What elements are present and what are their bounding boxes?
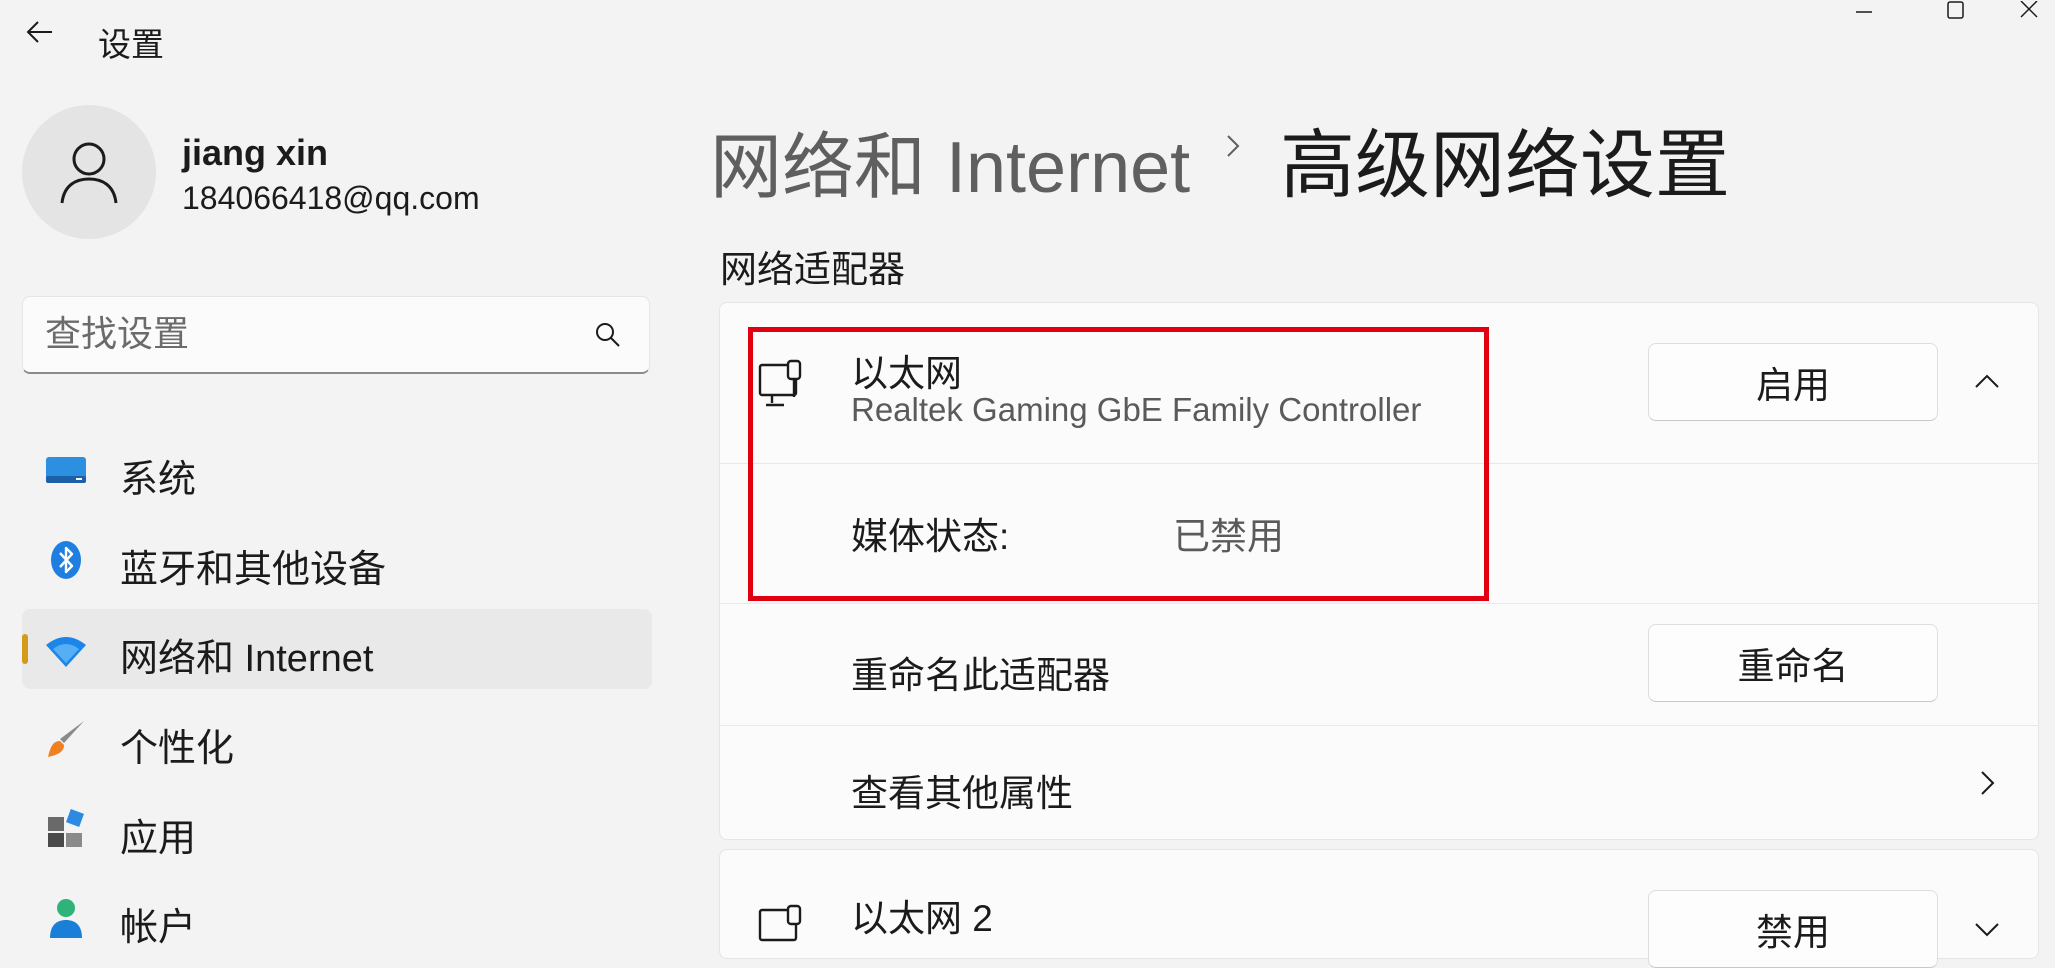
sidebar-item-label: 蓝牙和其他设备 bbox=[120, 549, 387, 591]
sidebar-item-accounts[interactable]: 帐户 bbox=[22, 878, 652, 958]
back-arrow-icon bbox=[26, 21, 52, 43]
breadcrumb-parent[interactable]: 网络和 Internet bbox=[710, 108, 1190, 213]
page-title: 高级网络设置 bbox=[1280, 123, 1731, 207]
divider bbox=[720, 603, 2038, 604]
sidebar-item-apps[interactable]: 应用 bbox=[22, 789, 652, 869]
close-button[interactable] bbox=[1998, 0, 2055, 22]
disable-button[interactable]: 禁用 bbox=[1648, 890, 1938, 968]
search-button[interactable] bbox=[593, 320, 623, 350]
minimize-icon bbox=[1856, 11, 1872, 13]
bluetooth-icon bbox=[51, 541, 81, 579]
account-icon bbox=[50, 899, 82, 938]
sidebar-item-bluetooth[interactable]: 蓝牙和其他设备 bbox=[22, 520, 652, 600]
ethernet-monitor-icon bbox=[758, 904, 802, 942]
minimize-button[interactable] bbox=[1834, 0, 1894, 22]
chevron-right-icon bbox=[1227, 135, 1240, 157]
sidebar-item-label: 个性化 bbox=[120, 728, 235, 770]
view-more-properties-row[interactable]: 查看其他属性 bbox=[720, 726, 2038, 839]
sidebar-item-label: 帐户 bbox=[120, 907, 197, 949]
view-more-properties-label: 查看其他属性 bbox=[851, 773, 1073, 814]
sidebar-item-label: 应用 bbox=[120, 818, 197, 860]
active-indicator bbox=[22, 634, 28, 664]
maximize-icon bbox=[1947, 1, 1964, 19]
avatar[interactable] bbox=[22, 105, 156, 239]
back-button[interactable] bbox=[18, 12, 62, 52]
search-icon bbox=[596, 323, 620, 347]
user-name: jiang xin bbox=[182, 132, 329, 173]
system-icon bbox=[46, 457, 86, 483]
chevron-right-icon bbox=[1981, 771, 1995, 795]
maximize-button[interactable] bbox=[1926, 0, 1986, 22]
enable-button[interactable]: 启用 bbox=[1648, 343, 1938, 421]
user-email: 184066418@qq.com bbox=[182, 180, 480, 216]
sidebar-item-label: 系统 bbox=[120, 459, 197, 501]
search-box[interactable] bbox=[22, 296, 650, 374]
adapter-name: 以太网 2 bbox=[851, 898, 993, 939]
person-icon bbox=[60, 142, 118, 204]
brush-icon bbox=[48, 721, 84, 757]
chevron-up-icon[interactable] bbox=[1970, 365, 2004, 399]
chevron-down-icon[interactable] bbox=[1970, 912, 2004, 946]
highlight-annotation bbox=[748, 327, 1489, 601]
section-title: 网络适配器 bbox=[720, 249, 905, 290]
sidebar-item-personalization[interactable]: 个性化 bbox=[22, 699, 652, 779]
search-input[interactable] bbox=[45, 297, 565, 371]
wifi-icon bbox=[46, 637, 86, 667]
sidebar-item-system[interactable]: 系统 bbox=[22, 430, 652, 510]
rename-button[interactable]: 重命名 bbox=[1648, 624, 1938, 702]
adapter-card: 以太网 2 禁用 bbox=[719, 849, 2039, 968]
apps-icon bbox=[48, 809, 84, 847]
close-icon bbox=[2020, 1, 2038, 18]
sidebar-item-network[interactable]: 网络和 Internet bbox=[22, 609, 652, 689]
sidebar-item-label: 网络和 Internet bbox=[120, 638, 374, 680]
rename-adapter-label: 重命名此适配器 bbox=[851, 655, 1110, 696]
app-title: 设置 bbox=[98, 26, 164, 63]
